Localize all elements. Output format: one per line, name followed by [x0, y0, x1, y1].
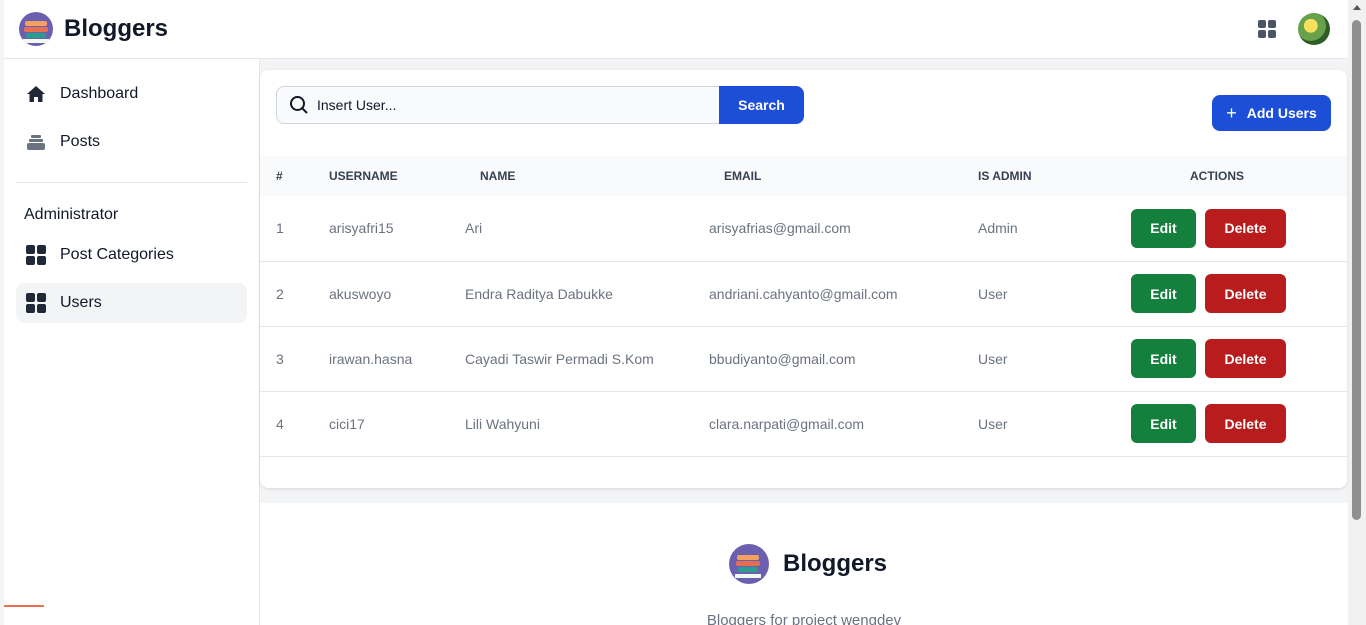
users-card: Search + Add Users # USERNAME NAME EMAIL…	[260, 70, 1347, 488]
plus-icon: +	[1226, 102, 1237, 123]
sidebar-item-users[interactable]: Users	[16, 283, 247, 323]
search-icon	[290, 96, 308, 114]
edit-button[interactable]: Edit	[1131, 208, 1196, 248]
sidebar-item-label: Users	[60, 294, 102, 311]
search-input[interactable]	[317, 97, 697, 113]
header-num: #	[276, 169, 283, 183]
grid-icon	[26, 245, 46, 265]
corner-badge-icon	[4, 605, 44, 625]
user-avatar[interactable]	[1298, 13, 1330, 45]
add-users-label: Add Users	[1246, 105, 1317, 121]
cell-name: Ari	[465, 196, 709, 262]
grid-icon	[26, 293, 46, 313]
table-row: 2 akuswoyo Endra Raditya Dabukke andrian…	[260, 261, 1347, 327]
cell-username: arisyafri15	[329, 196, 465, 262]
cell-num: 2	[260, 261, 329, 327]
users-table: # USERNAME NAME EMAIL IS ADMIN ACTIONS 1…	[260, 156, 1347, 457]
cell-email: andriani.cahyanto@gmail.com	[709, 261, 978, 327]
header-email: EMAIL	[724, 169, 762, 183]
page-scrollbar[interactable]	[1348, 0, 1366, 625]
posts-icon	[26, 132, 46, 152]
cell-role: User	[978, 326, 1128, 392]
brand-logo-icon	[19, 12, 53, 46]
add-users-button[interactable]: + Add Users	[1212, 95, 1331, 131]
header-name: NAME	[480, 169, 516, 183]
brand-logo-icon	[729, 544, 769, 584]
cell-num: 3	[260, 326, 329, 392]
sidebar-item-label: Posts	[60, 133, 101, 150]
cell-email: bbudiyanto@gmail.com	[709, 326, 978, 392]
header-actions: ACTIONS	[1190, 169, 1244, 183]
cell-email: arisyafrias@gmail.com	[709, 196, 978, 262]
footer-brand[interactable]: Bloggers	[729, 544, 887, 584]
brand-name: Bloggers	[64, 15, 169, 42]
cell-username: irawan.hasna	[329, 326, 465, 392]
cell-actions: Edit Delete	[1128, 261, 1347, 327]
sidebar-section-label: Administrator	[24, 206, 119, 223]
table-row: 4 cici17 Lili Wahyuni clara.narpati@gmai…	[260, 391, 1347, 457]
cell-actions: Edit Delete	[1128, 391, 1347, 457]
edit-button[interactable]: Edit	[1131, 339, 1196, 378]
cell-username: cici17	[329, 391, 465, 457]
top-header: Bloggers	[4, 0, 1348, 59]
cell-name: Cayadi Taswir Permadi S.Kom	[465, 326, 709, 392]
table-header-row: # USERNAME NAME EMAIL IS ADMIN ACTIONS	[260, 156, 1347, 196]
cell-role: User	[978, 261, 1128, 327]
home-icon	[26, 84, 46, 104]
cell-actions: Edit Delete	[1128, 326, 1347, 392]
search-box[interactable]	[276, 86, 719, 124]
cell-name: Endra Raditya Dabukke	[465, 261, 709, 327]
apps-icon[interactable]	[1258, 20, 1276, 38]
cell-name: Lili Wahyuni	[465, 391, 709, 457]
delete-button[interactable]: Delete	[1205, 208, 1286, 248]
sidebar-item-post-categories[interactable]: Post Categories	[16, 235, 247, 275]
cell-num: 4	[260, 391, 329, 457]
edit-button[interactable]: Edit	[1131, 274, 1196, 313]
edit-button[interactable]: Edit	[1131, 404, 1196, 443]
footer: Bloggers Bloggers for project wengdev	[260, 503, 1348, 625]
table-row: 3 irawan.hasna Cayadi Taswir Permadi S.K…	[260, 326, 1347, 392]
sidebar-item-posts[interactable]: Posts	[16, 122, 247, 162]
footer-description: Bloggers for project wengdev	[706, 612, 902, 625]
sidebar-item-label: Dashboard	[60, 85, 139, 102]
sidebar: Dashboard Posts Administrator Post Categ…	[4, 59, 260, 625]
cell-username: akuswoyo	[329, 261, 465, 327]
scroll-thumb[interactable]	[1352, 20, 1361, 520]
delete-button[interactable]: Delete	[1205, 274, 1286, 313]
sidebar-item-label: Post Categories	[60, 246, 174, 263]
delete-button[interactable]: Delete	[1205, 339, 1286, 378]
header-username: USERNAME	[329, 169, 398, 183]
search-form: Search	[276, 86, 804, 124]
table-row: 1 arisyafri15 Ari arisyafrias@gmail.com …	[260, 196, 1347, 262]
cell-email: clara.narpati@gmail.com	[709, 391, 978, 457]
sidebar-item-dashboard[interactable]: Dashboard	[16, 74, 247, 114]
cell-role: Admin	[978, 196, 1128, 262]
delete-button[interactable]: Delete	[1205, 404, 1286, 443]
search-button[interactable]: Search	[719, 86, 804, 124]
scroll-up-icon[interactable]	[1353, 5, 1361, 10]
cell-actions: Edit Delete	[1128, 196, 1347, 262]
brand[interactable]: Bloggers	[19, 12, 168, 46]
cell-num: 1	[260, 196, 329, 262]
sidebar-divider	[16, 182, 247, 183]
footer-brand-name: Bloggers	[783, 550, 888, 577]
cell-role: User	[978, 391, 1128, 457]
header-is-admin: IS ADMIN	[978, 169, 1032, 183]
